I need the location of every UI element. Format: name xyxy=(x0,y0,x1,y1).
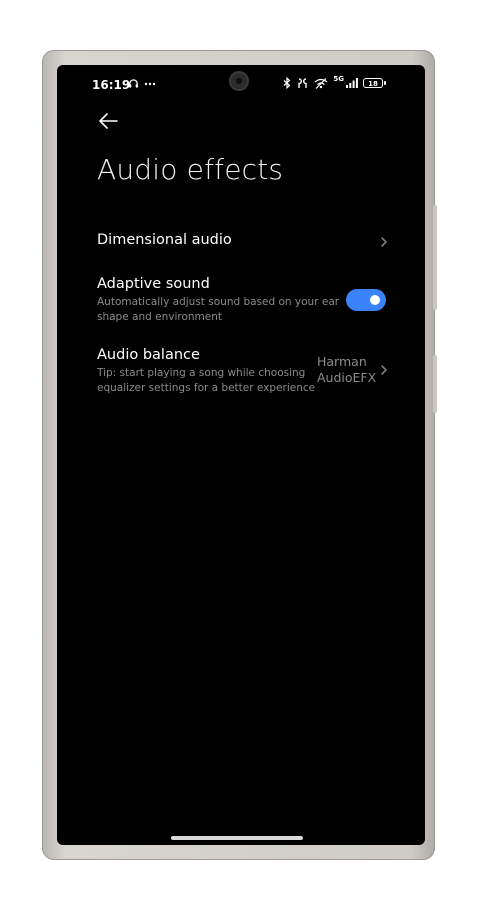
audio-balance-description: Tip: start playing a song while choosing… xyxy=(97,366,317,396)
back-button[interactable] xyxy=(97,110,123,136)
audio-balance-description-line2: equalizer settings for a better experien… xyxy=(97,382,316,394)
page-title: Audio effects xyxy=(97,153,284,186)
power-button xyxy=(433,355,437,413)
adaptive-sound-title: Adaptive sound xyxy=(97,276,210,292)
adaptive-sound-description-line2: shape and environment xyxy=(97,311,222,323)
home-indicator[interactable] xyxy=(171,836,303,840)
audio-balance-title: Audio balance xyxy=(97,347,200,363)
signal-icon xyxy=(346,78,358,88)
phone-screen: 16:19 5G 18 Audio effects Dimensional au… xyxy=(57,65,425,845)
battery-indicator: 18 xyxy=(363,78,386,88)
dimensional-audio-row[interactable]: Dimensional audio xyxy=(97,232,387,248)
bluetooth-icon xyxy=(283,77,291,89)
toggle-knob xyxy=(370,295,380,305)
adaptive-sound-toggle[interactable] xyxy=(346,289,386,311)
adaptive-sound-description-line1: Automatically adjust sound based on your… xyxy=(97,296,340,308)
audio-balance-description-line1: Tip: start playing a song while choosing xyxy=(97,367,306,379)
network-label: 5G xyxy=(333,75,344,83)
wifi-off-icon xyxy=(314,77,328,89)
screenshot-stage: 16:19 5G 18 Audio effects Dimensional au… xyxy=(0,0,480,910)
chevron-right-icon xyxy=(381,237,387,247)
status-left-icons xyxy=(128,78,156,89)
dimensional-audio-title: Dimensional audio xyxy=(97,232,232,248)
earbuds-icon xyxy=(298,77,308,88)
status-time: 16:19 xyxy=(92,78,131,92)
audio-balance-row[interactable]: Audio balance Tip: start playing a song … xyxy=(97,347,317,396)
headphones-icon xyxy=(129,79,138,88)
chevron-right-icon xyxy=(381,365,387,375)
more-dots-icon xyxy=(144,82,156,85)
status-bar: 16:19 5G 18 xyxy=(57,65,425,105)
audio-balance-value-line2: AudioEFX xyxy=(317,370,377,385)
audio-balance-value-line1: Harman xyxy=(317,354,367,369)
adaptive-sound-row[interactable]: Adaptive sound Automatically adjust soun… xyxy=(97,276,387,325)
arrow-left-icon xyxy=(99,113,118,129)
front-camera xyxy=(231,73,247,89)
audio-balance-value: Harman AudioEFX xyxy=(317,354,377,386)
adaptive-sound-description: Automatically adjust sound based on your… xyxy=(97,295,387,325)
status-right-icons: 5G 18 xyxy=(283,75,386,89)
volume-button xyxy=(433,205,437,310)
